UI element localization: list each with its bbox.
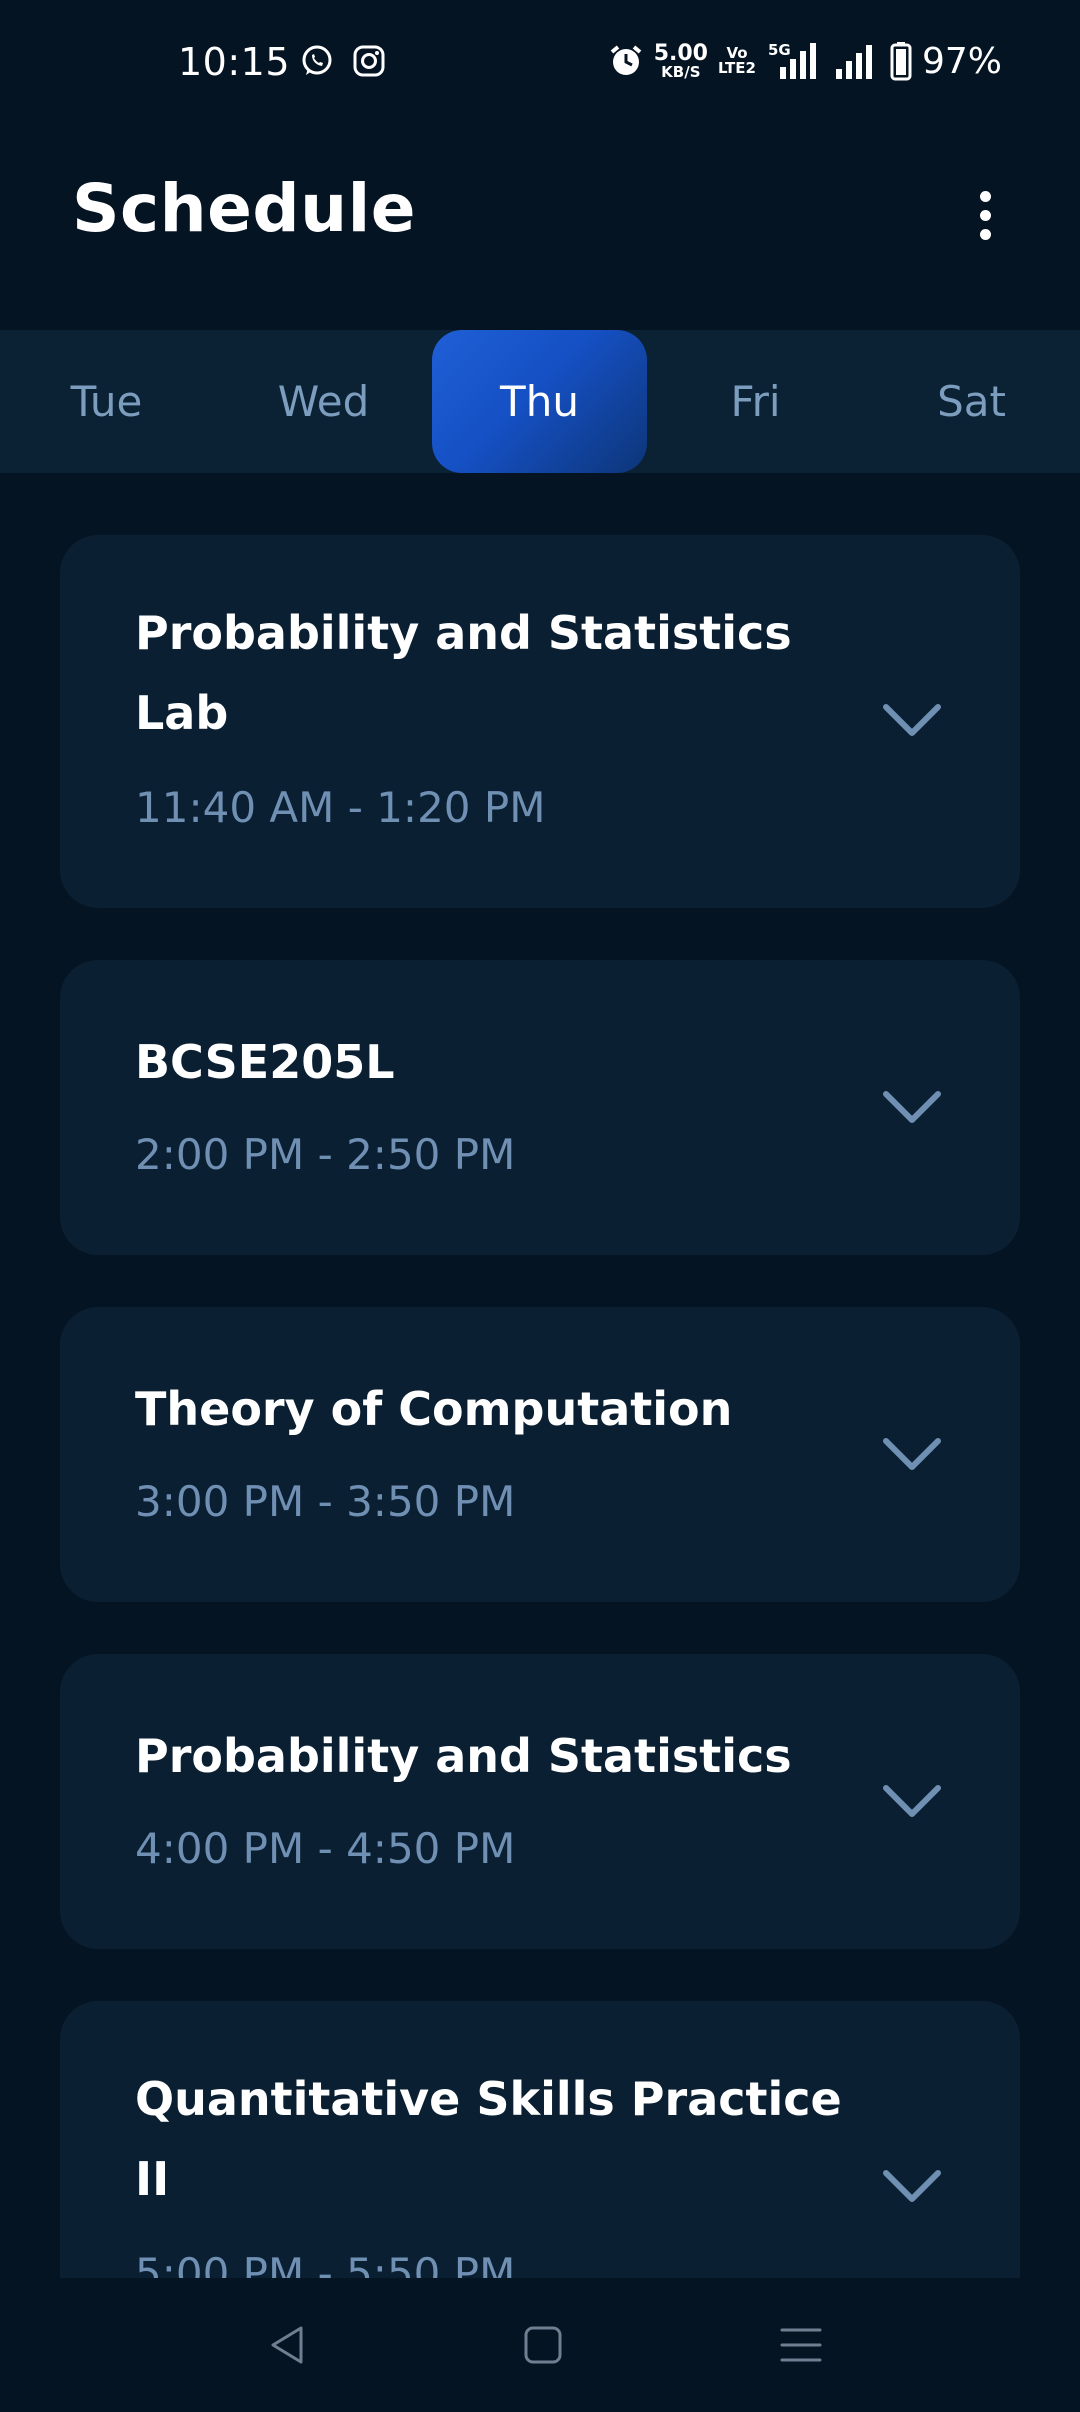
chevron-down-icon[interactable]	[882, 1090, 942, 1126]
tab-fri[interactable]: Fri	[648, 330, 863, 473]
whatsapp-icon	[302, 45, 332, 75]
tab-wed[interactable]: Wed	[216, 330, 431, 473]
tab-thu[interactable]: Thu	[432, 330, 647, 473]
more-options-button[interactable]	[960, 182, 1010, 248]
class-card[interactable]: Probability and Statistics Lab 11:40 AM …	[60, 535, 1020, 908]
tab-tue[interactable]: Tue	[0, 330, 214, 473]
more-dot-icon	[979, 209, 991, 221]
tab-sat[interactable]: Sat	[864, 330, 1079, 473]
class-time: 3:00 PM - 3:50 PM	[135, 1477, 516, 1526]
class-title: Theory of Computation	[135, 1382, 733, 1436]
page-title: Schedule	[72, 170, 417, 247]
schedule-screen: 10:15 5.00 KB/S Vo LTE2 5G 97% Schedule …	[0, 0, 1080, 2412]
signal-5g-icon: 5G	[766, 41, 824, 81]
back-icon[interactable]	[263, 2320, 313, 2370]
class-title: BCSE205L	[135, 1035, 395, 1089]
instagram-icon	[353, 45, 385, 77]
home-icon[interactable]	[518, 2320, 568, 2370]
chevron-down-icon[interactable]	[882, 1437, 942, 1473]
status-bar: 10:15 5.00 KB/S Vo LTE2 5G 97%	[0, 0, 1080, 124]
class-title: Probability and Statistics	[135, 1729, 792, 1783]
class-card[interactable]: BCSE205L 2:00 PM - 2:50 PM	[60, 960, 1020, 1255]
status-indicators: 5.00 KB/S Vo LTE2 5G 97%	[608, 38, 1002, 84]
class-time: 2:00 PM - 2:50 PM	[135, 1130, 516, 1179]
more-dot-icon	[979, 190, 991, 202]
recents-menu-icon[interactable]	[776, 2320, 826, 2370]
volte-bottom: LTE2	[717, 59, 756, 77]
network-speed-value: 5.00	[653, 40, 708, 66]
chevron-down-icon[interactable]	[882, 2169, 942, 2205]
more-dot-icon	[979, 228, 991, 240]
battery-icon	[890, 42, 912, 81]
class-time: 11:40 AM - 1:20 PM	[135, 783, 546, 832]
class-title: Probability and Statistics Lab	[135, 606, 792, 740]
class-title: Quantitative Skills Practice II	[135, 2072, 842, 2206]
day-tabs: Tue Wed Thu Fri Sat	[0, 330, 1080, 473]
network-speed: 5.00 KB/S	[653, 40, 708, 81]
volte-indicator: Vo LTE2	[718, 46, 756, 76]
signal-icon	[835, 45, 872, 79]
chevron-down-icon[interactable]	[882, 703, 942, 739]
alarm-icon	[610, 45, 641, 75]
chevron-down-icon[interactable]	[882, 1784, 942, 1820]
class-time: 4:00 PM - 4:50 PM	[135, 1824, 516, 1873]
status-time: 10:15	[178, 40, 291, 84]
class-card[interactable]: Probability and Statistics 4:00 PM - 4:5…	[60, 1654, 1020, 1949]
class-card[interactable]: Theory of Computation 3:00 PM - 3:50 PM	[60, 1307, 1020, 1602]
battery-percent: 97%	[921, 40, 1002, 82]
network-speed-unit: KB/S	[661, 62, 701, 81]
